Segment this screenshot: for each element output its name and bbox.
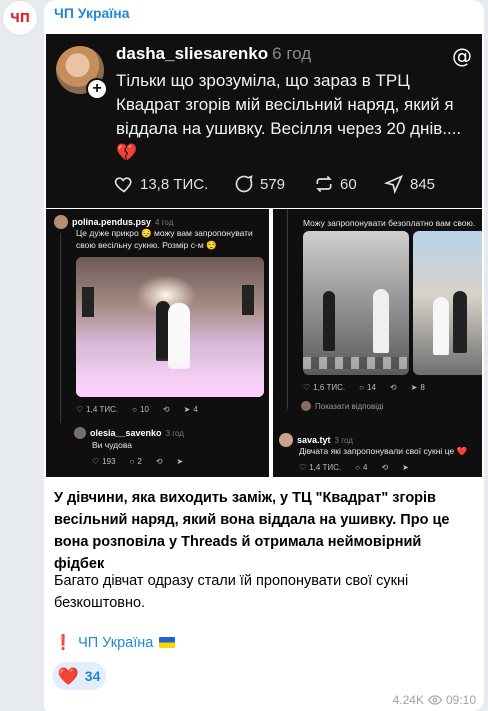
reposts-stat: 60 [314, 174, 384, 194]
shares-count: 845 [410, 175, 436, 193]
show-replies-link[interactable]: Показати відповіді [315, 402, 383, 411]
thread-line [60, 233, 61, 423]
show-replies-row[interactable]: Показати відповіді [301, 401, 383, 411]
exclamation-icon: ❗ [54, 635, 73, 651]
follow-plus-icon: + [86, 78, 108, 100]
heart-icon [114, 177, 132, 193]
signature-link[interactable]: ЧП Україна [78, 635, 153, 651]
right-reply-time: 3 год [334, 435, 353, 445]
likes-stat: 13,8 ТИС. [114, 174, 234, 194]
left-stats: ♡ 1,4 ТИС. ○ 10 ⟲ ➤ 4 [76, 405, 198, 414]
right-comment-text: Можу запропонувати безоплатно вам свою. [303, 218, 476, 228]
post-time: 6 год [272, 44, 312, 63]
threads-logo-icon: @ [452, 44, 472, 68]
wedding-photo [76, 257, 264, 397]
channel-avatar[interactable]: ЧП [2, 0, 38, 36]
comment-icon [235, 175, 253, 193]
caption-bold: У дівчини, яка виходить заміж, у ТЦ "Ква… [54, 487, 474, 575]
left-repost-icon: ⟲ [162, 405, 170, 414]
right-reply-likes: ♡ 1,4 ТИС. [299, 463, 342, 472]
heart-reaction[interactable]: ❤️ 34 [52, 662, 106, 690]
bw-wedding-photo [303, 231, 409, 375]
right-comments: ○ 14 [359, 383, 376, 392]
comments-stat: 579 [234, 174, 314, 194]
likes-count: 13,8 ТИС. [140, 175, 209, 193]
right-repost-icon: ⟲ [389, 383, 397, 392]
post-text: Тільки що зрозуміла, що зараз в ТРЦ Квад… [116, 71, 462, 162]
message-time: 09:10 [445, 693, 476, 707]
screenshot-right[interactable]: Можу запропонувати безоплатно вам свою. … [273, 209, 482, 477]
left-reply-text: Ви чудова [92, 440, 133, 450]
share-icon [384, 174, 404, 194]
left-reply-time: 3 год [165, 428, 184, 438]
right-reply-repost-icon: ⟲ [381, 463, 389, 472]
left-reply-comments: ○ 2 [129, 457, 142, 466]
right-reply-share-icon: ➤ [402, 463, 409, 472]
left-user-avatar [54, 215, 68, 229]
left-username: polina.pendus.psy [72, 217, 152, 227]
comments-count: 579 [260, 175, 286, 193]
left-reply-stats: ♡ 193 ○ 2 ⟲ ➤ [92, 457, 183, 466]
repost-icon [316, 175, 332, 193]
left-comment-text: Це дуже прикро 😔 можу вам запропонувати … [76, 228, 253, 250]
color-wedding-photo [413, 231, 482, 375]
post-username-line: dasha_sliesarenko 6 год [116, 44, 311, 64]
right-shares: ➤ 8 [410, 383, 425, 392]
channel-avatar-text: ЧП [10, 11, 30, 25]
left-time: 4 год [155, 217, 174, 227]
shares-stat: 845 [384, 174, 435, 194]
left-reply-share-icon: ➤ [176, 457, 184, 466]
message-bubble: ЧП Україна + dasha_sliesarenko 6 год @ Ті… [44, 0, 484, 711]
caption-paragraph: Багато дівчат одразу стали їй пропонуват… [54, 573, 409, 611]
right-likes: ♡ 1,6 ТИС. [303, 383, 346, 392]
right-reply-avatar [279, 433, 293, 447]
left-reply-header: olesia__savenko 3 год [74, 427, 184, 439]
left-reply-likes: ♡ 193 [92, 457, 116, 466]
channel-signature[interactable]: ❗ ЧП Україна [54, 634, 176, 651]
left-reply-avatar [74, 427, 86, 439]
right-stats: ♡ 1,6 ТИС. ○ 14 ⟲ ➤ 8 [303, 383, 425, 392]
heart-reaction-icon: ❤️ [57, 666, 79, 686]
left-reply-username: olesia__savenko [90, 428, 162, 438]
left-likes: ♡ 1,4 ТИС. [76, 405, 119, 414]
reaction-count: 34 [84, 668, 101, 684]
post-username: dasha_sliesarenko [116, 44, 269, 63]
message-meta: 4.24K 09:10 [393, 693, 476, 707]
left-reply-repost-icon: ⟲ [155, 457, 163, 466]
channel-name[interactable]: ЧП Україна [54, 5, 130, 21]
screenshot-left[interactable]: polina.pendus.psy 4 год Це дуже прикро 😔… [46, 209, 269, 477]
caption-bold-text: У дівчини, яка виходить заміж, у ТЦ "Ква… [54, 490, 450, 572]
right-reply-username: sava.tyt [297, 435, 331, 445]
views-count: 4.24K [392, 693, 424, 707]
right-reply-text: Дівчата які запропонували свої сукні це … [299, 446, 468, 456]
left-comments: ○ 10 [132, 405, 149, 414]
right-thread-line [287, 209, 288, 409]
right-reply-stats: ♡ 1,4 ТИС. ○ 4 ⟲ ➤ [299, 463, 409, 472]
threads-post-screenshot[interactable]: + dasha_sliesarenko 6 год @ Тільки що зро… [46, 34, 482, 208]
replies-avatar [301, 401, 311, 411]
right-reply-comments: ○ 4 [355, 463, 368, 472]
reposts-count: 60 [340, 175, 357, 193]
ukraine-flag-icon [159, 637, 176, 648]
post-stats: 13,8 ТИС. 579 60 845 [114, 174, 478, 194]
left-shares: ➤ 4 [183, 405, 198, 414]
screenshot-collage[interactable]: polina.pendus.psy 4 год Це дуже прикро 😔… [46, 209, 482, 477]
eye-icon [427, 695, 442, 705]
